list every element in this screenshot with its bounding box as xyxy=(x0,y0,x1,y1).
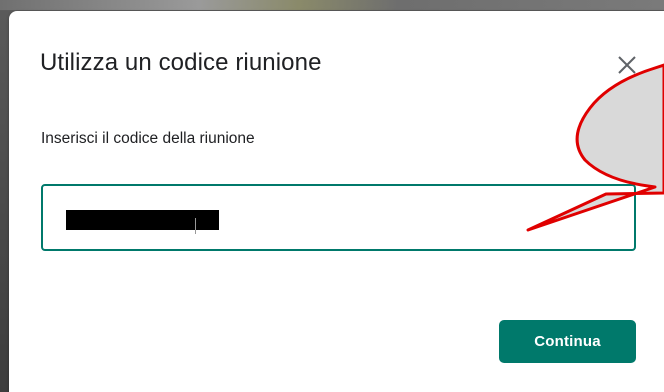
close-button[interactable] xyxy=(609,47,645,83)
continue-button[interactable]: Continua xyxy=(499,320,636,363)
meeting-code-dialog: Utilizza un codice riunione Inserisci il… xyxy=(9,11,664,392)
text-caret xyxy=(195,218,196,234)
meeting-code-field[interactable] xyxy=(41,184,636,251)
meeting-code-label: Inserisci il codice della riunione xyxy=(41,130,255,147)
dialog-title: Utilizza un codice riunione xyxy=(40,49,322,76)
video-preview-strip xyxy=(0,0,664,10)
close-icon xyxy=(618,56,636,74)
redaction-bar xyxy=(66,210,219,234)
